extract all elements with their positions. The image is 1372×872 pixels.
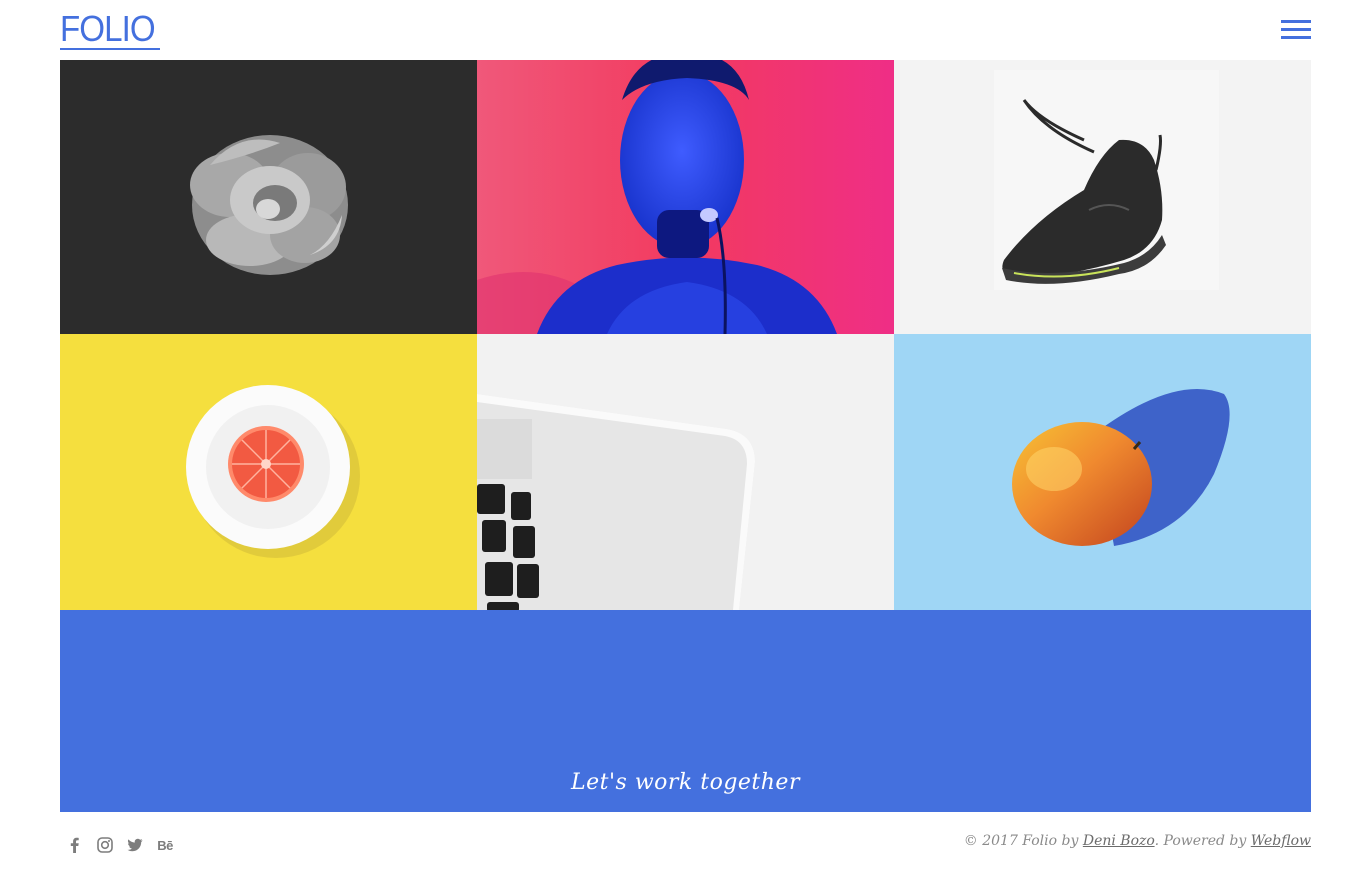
facebook-icon[interactable]	[66, 836, 84, 854]
portfolio-tile-sneaker[interactable]	[894, 60, 1311, 334]
author-link[interactable]: Deni Bozo	[1083, 833, 1155, 849]
portfolio-tile-mango[interactable]	[894, 334, 1311, 610]
site-header: FOLIO	[0, 0, 1372, 60]
sneaker-image	[894, 60, 1311, 334]
portfolio-tile-rose[interactable]	[60, 60, 477, 334]
portfolio-grid	[60, 60, 1311, 610]
singer-image	[477, 60, 894, 334]
portfolio-tile-laptop[interactable]	[477, 334, 894, 610]
hamburger-menu-icon[interactable]	[1281, 20, 1311, 39]
credits-prefix: © 2017 Folio by	[963, 833, 1079, 849]
mango-image	[894, 334, 1311, 610]
grapefruit-image	[60, 334, 477, 610]
behance-icon[interactable]: Bē	[156, 836, 174, 854]
logo-text: FOLIO	[60, 8, 156, 49]
cta-heading[interactable]: Let's work together	[60, 770, 1311, 795]
footer-credits: © 2017 Folio by Deni Bozo. Powered by We…	[964, 833, 1311, 849]
rose-image	[60, 60, 477, 334]
logo-underline	[60, 48, 160, 50]
contact-cta-section[interactable]: Let's work together	[60, 610, 1311, 812]
site-footer: Bē © 2017 Folio by Deni Bozo. Powered by…	[0, 812, 1372, 872]
twitter-icon[interactable]	[126, 836, 144, 854]
social-links: Bē	[66, 836, 174, 854]
laptop-image	[477, 334, 894, 610]
portfolio-tile-singer[interactable]	[477, 60, 894, 334]
powered-by-text: . Powered by	[1154, 833, 1247, 849]
webflow-link[interactable]: Webflow	[1251, 833, 1311, 849]
portfolio-tile-grapefruit[interactable]	[60, 334, 477, 610]
instagram-icon[interactable]	[96, 836, 114, 854]
folio-logo[interactable]: FOLIO	[60, 8, 160, 50]
